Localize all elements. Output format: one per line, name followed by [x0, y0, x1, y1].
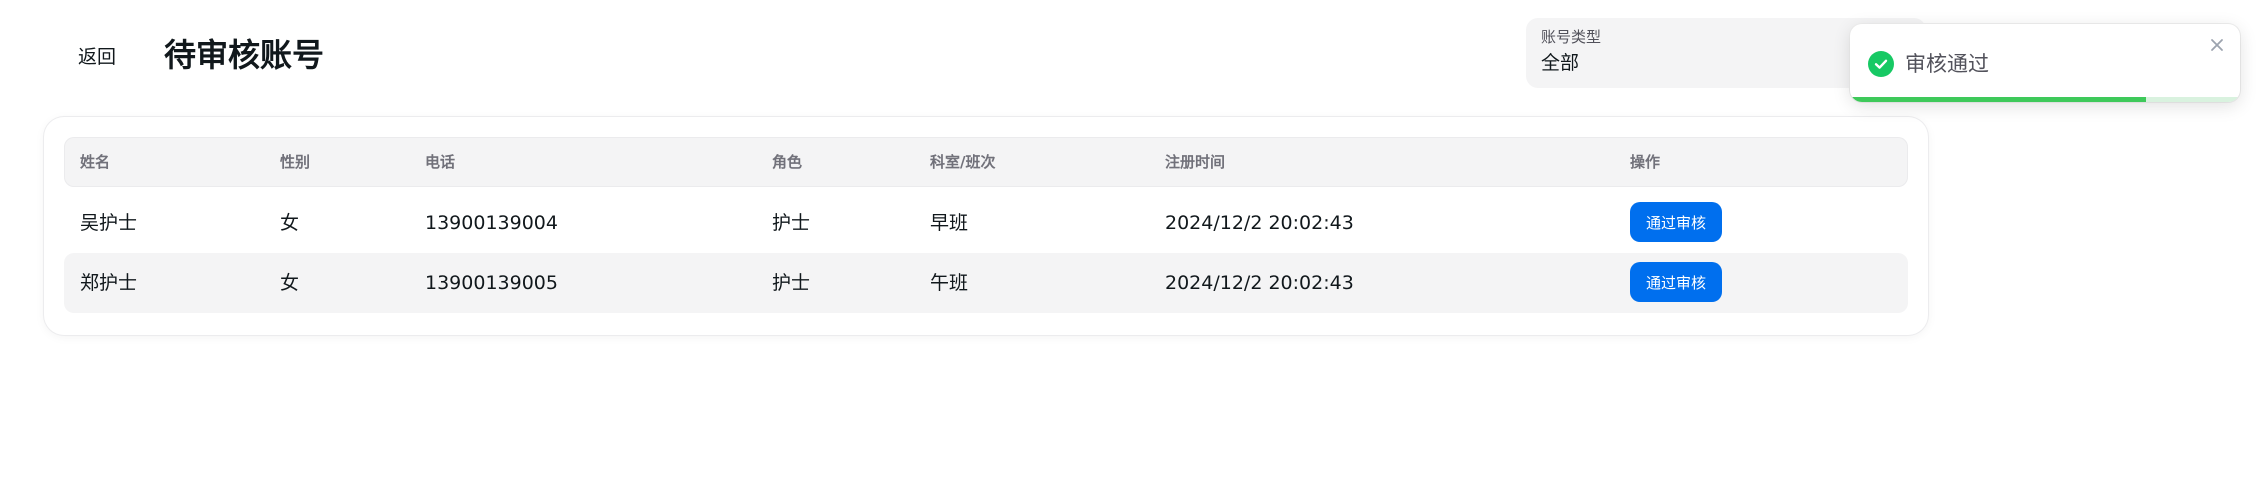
approve-button[interactable]: 通过审核 [1630, 262, 1722, 302]
cell-registered: 2024/12/2 20:02:43 [1165, 272, 1354, 294]
column-header-phone: 电话 [425, 153, 456, 171]
toast-progress-bar [1850, 97, 2147, 102]
column-header-registered: 注册时间 [1165, 153, 1226, 171]
page-title: 待审核账号 [164, 36, 325, 74]
table-row: 吴护士 女 13900139004 护士 早班 2024/12/2 20:02:… [64, 193, 1908, 253]
pending-accounts-table: 姓名 性别 电话 角色 科室/班次 注册时间 操作 吴护士 女 13900139… [44, 117, 1928, 335]
cell-phone: 13900139004 [425, 212, 558, 234]
success-toast: 审核通过 [1850, 24, 2240, 102]
column-header-action: 操作 [1630, 153, 1661, 171]
column-header-name: 姓名 [80, 153, 111, 171]
back-button[interactable]: 返回 [62, 34, 132, 76]
check-circle-icon [1868, 51, 1894, 77]
cell-phone: 13900139005 [425, 272, 558, 294]
cell-gender: 女 [280, 212, 300, 234]
column-header-role: 角色 [772, 153, 803, 171]
column-header-dept: 科室/班次 [930, 153, 996, 171]
cell-gender: 女 [280, 272, 300, 294]
cell-registered: 2024/12/2 20:02:43 [1165, 212, 1354, 234]
cell-role: 护士 [772, 272, 811, 294]
cell-name: 吴护士 [80, 212, 138, 234]
approve-button[interactable]: 通过审核 [1630, 202, 1722, 242]
toast-message: 审核通过 [1905, 52, 1989, 76]
close-icon[interactable] [2204, 32, 2230, 58]
cell-name: 郑护士 [80, 272, 138, 294]
column-header-gender: 性别 [280, 153, 311, 171]
cell-dept: 午班 [930, 272, 969, 294]
cell-dept: 早班 [930, 212, 969, 234]
table-row: 郑护士 女 13900139005 护士 午班 2024/12/2 20:02:… [64, 253, 1908, 313]
table-header: 姓名 性别 电话 角色 科室/班次 注册时间 操作 [64, 137, 1908, 187]
toast-progress-track [1850, 97, 2240, 102]
cell-role: 护士 [772, 212, 811, 234]
